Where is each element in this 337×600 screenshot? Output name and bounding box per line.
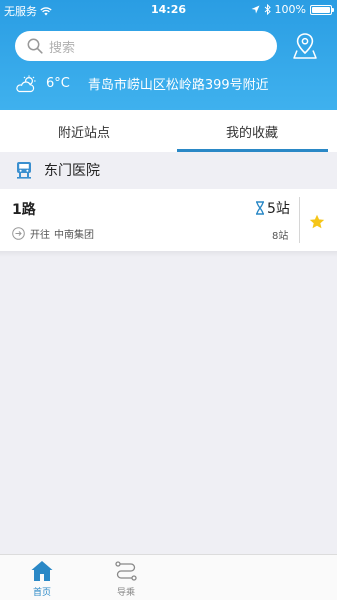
favorite-stop-header[interactable]: 东门医院: [0, 152, 337, 188]
search-placeholder: 搜索: [49, 40, 76, 56]
tabbar-home-label: 首页: [32, 588, 51, 598]
status-bar: 无服务 14:26 100%: [0, 0, 337, 20]
search-input[interactable]: 搜索: [15, 31, 277, 61]
route-card[interactable]: 1路 5站 开往 中南集团 8站: [0, 189, 337, 251]
card-shadow: [0, 251, 337, 257]
battery-icon: [310, 4, 334, 15]
weather-bar: 6°C 青岛市崂山区松岭路399号附近: [14, 74, 269, 93]
map-location-icon[interactable]: [292, 32, 318, 60]
route-guide-icon: [115, 561, 137, 581]
tab-bar: 附近站点 我的收藏: [0, 110, 337, 152]
bus-stop-icon: [17, 162, 31, 179]
route-direction: 开往 中南集团: [12, 226, 94, 241]
favorite-star-icon[interactable]: [309, 214, 325, 230]
status-right: 100%: [251, 3, 334, 16]
tab-my-favorites[interactable]: 我的收藏: [168, 110, 336, 152]
battery-label: 100%: [274, 3, 306, 16]
search-icon: [27, 38, 43, 54]
tabbar-guide[interactable]: 导乘: [96, 559, 156, 598]
route-name: 1路: [12, 202, 36, 218]
vertical-divider: [299, 197, 300, 243]
hourglass-icon: [256, 201, 264, 215]
home-icon: [31, 561, 53, 581]
tabbar-guide-label: 导乘: [116, 588, 135, 598]
temperature: 6°C: [46, 76, 70, 91]
bottom-tab-bar: 首页 导乘: [0, 554, 337, 600]
total-stations: 8站: [272, 231, 289, 242]
tabbar-home[interactable]: 首页: [12, 559, 72, 598]
current-address: 青岛市崂山区松岭路399号附近: [87, 78, 269, 93]
app-header: 无服务 14:26 100% 搜索 6°C 青岛市崂山区松岭路399号附近: [0, 0, 337, 110]
bluetooth-icon: [264, 4, 271, 15]
direction-prefix: 开往: [30, 230, 50, 241]
arrow-circle-icon: [12, 227, 25, 240]
stop-name: 东门医院: [44, 163, 100, 179]
route-destination: 中南集团: [54, 230, 94, 241]
tab-nearby-stops[interactable]: 附近站点: [0, 110, 168, 152]
arrival-stations: 5站: [267, 201, 290, 217]
partly-cloudy-icon: [16, 75, 36, 92]
location-arrow-icon: [251, 5, 260, 14]
